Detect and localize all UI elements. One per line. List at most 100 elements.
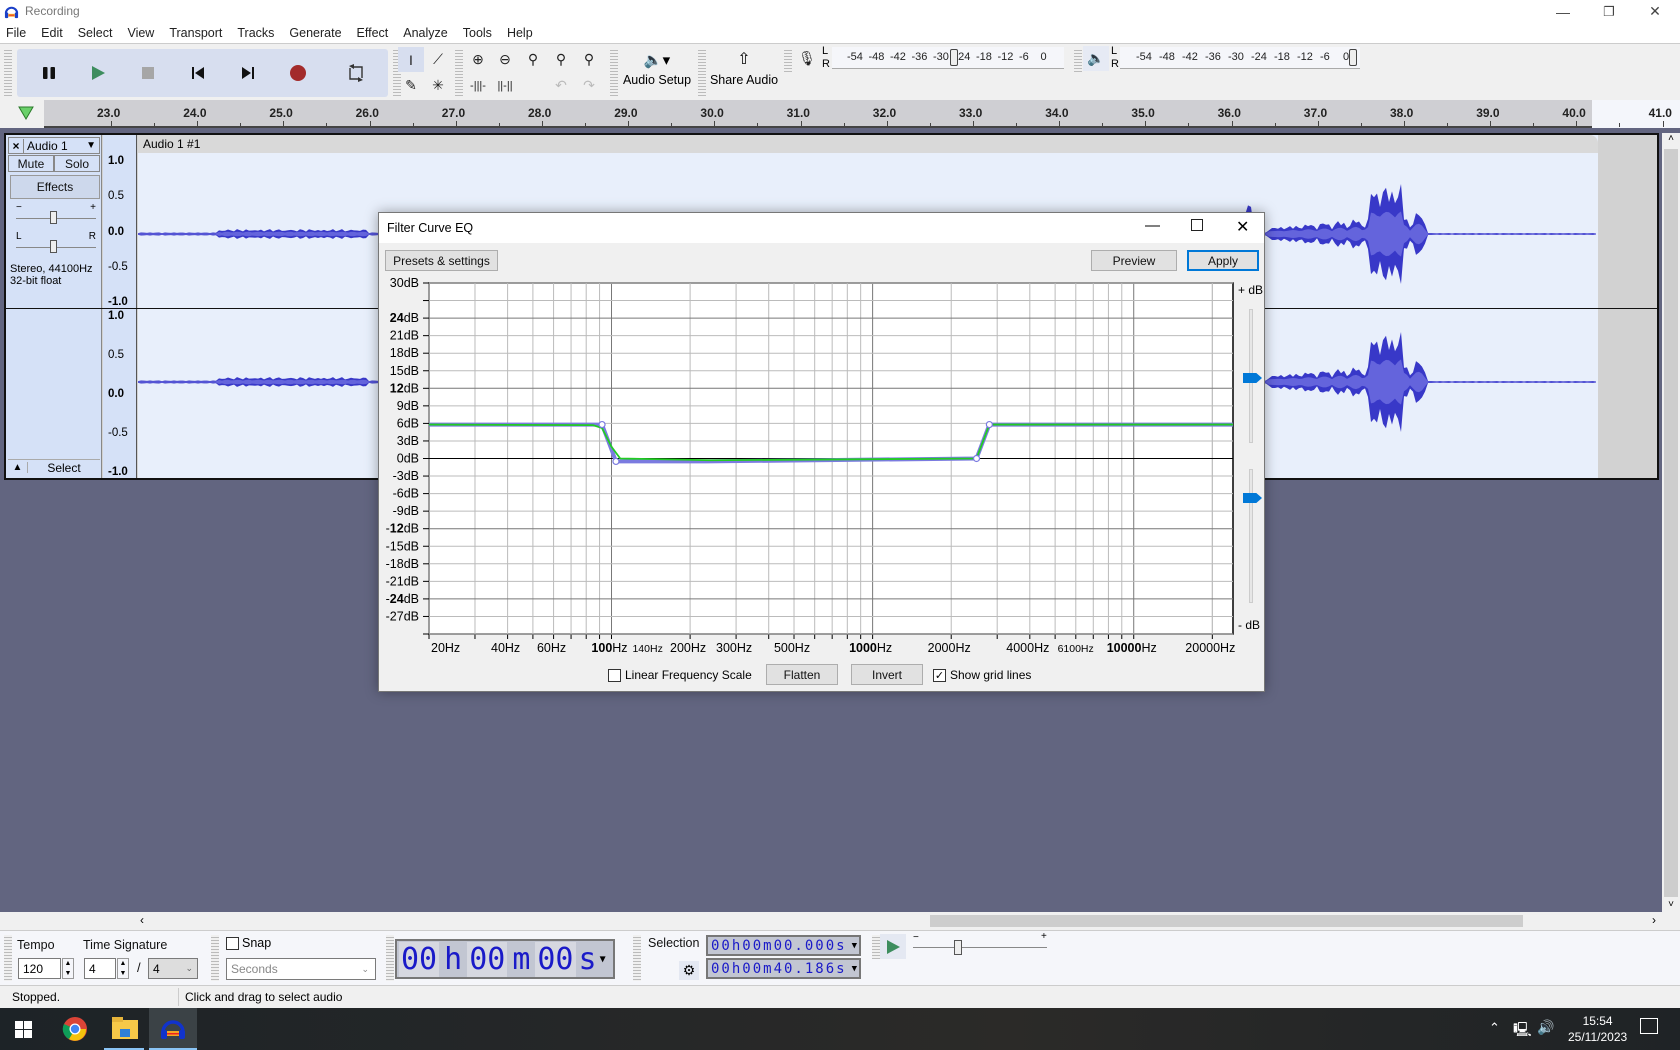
track-menu-chevron-icon[interactable]: ▼: [86, 140, 99, 151]
minimize-button[interactable]: —: [1540, 0, 1586, 23]
audio-setup-grip[interactable]: [610, 48, 618, 96]
menu-view[interactable]: View: [127, 26, 154, 40]
snap-checkbox[interactable]: Snap: [226, 936, 271, 950]
envelope-tool[interactable]: ⟋: [425, 47, 451, 72]
selection-settings-button[interactable]: ⚙: [679, 961, 699, 980]
linear-frequency-checkbox[interactable]: Linear Frequency Scale: [608, 668, 752, 682]
fit-selection-button[interactable]: ⚲: [520, 47, 546, 72]
menu-help[interactable]: Help: [507, 26, 533, 40]
time-sig-numerator-input[interactable]: 4: [84, 958, 116, 979]
audacity-taskbar-button[interactable]: [149, 1008, 197, 1050]
show-grid-checkbox[interactable]: ✓ Show grid lines: [933, 668, 1031, 682]
multi-tool[interactable]: ✳: [425, 73, 451, 98]
timeline-ruler[interactable]: 23.0 24.0 25.0 26.0 27.0 28.0 29.0 30.0 31.0 32.0…: [0, 100, 1680, 128]
time-display-grip[interactable]: [386, 935, 394, 981]
selection-end-time[interactable]: 00h00m40.186s ▼: [706, 958, 861, 979]
time-sig-grip[interactable]: [4, 935, 12, 981]
restore-button[interactable]: ❐: [1586, 0, 1632, 23]
track-control-panel[interactable]: × Audio 1 ▼ Mute Solo Effects − + LR Ster…: [6, 135, 102, 478]
record-meter-button[interactable]: 🎙: [794, 46, 820, 71]
snap-grip[interactable]: [211, 935, 219, 981]
menu-analyze[interactable]: Analyze: [403, 26, 447, 40]
record-meter-grip[interactable]: [784, 48, 792, 72]
scroll-left-icon[interactable]: ‹: [140, 913, 144, 927]
speed-thumb[interactable]: [954, 940, 962, 955]
loop-button[interactable]: [324, 49, 388, 97]
chrome-icon[interactable]: [62, 1016, 88, 1042]
menu-tracks[interactable]: Tracks: [237, 26, 274, 40]
gain-slider[interactable]: − +: [16, 202, 96, 224]
play-at-speed-grip[interactable]: [872, 935, 880, 959]
horizontal-scrollbar[interactable]: ‹ ›: [0, 912, 1680, 930]
draw-tool[interactable]: ✎: [398, 73, 424, 98]
track-name-menu[interactable]: Audio 1: [24, 139, 86, 153]
menu-generate[interactable]: Generate: [289, 26, 341, 40]
scroll-right-icon[interactable]: ›: [1652, 913, 1656, 927]
time-sig-denominator-select[interactable]: 4 ⌄: [148, 958, 198, 979]
fit-project-button[interactable]: ⚲: [548, 47, 574, 72]
record-button[interactable]: [266, 49, 330, 97]
selection-start-time[interactable]: 00h00m00.000s ▼: [706, 935, 861, 956]
toolbar-grip[interactable]: [4, 48, 12, 96]
tempo-input[interactable]: 120: [18, 958, 61, 979]
snap-checkbox-box[interactable]: [226, 936, 239, 950]
invert-button[interactable]: Invert: [851, 664, 923, 685]
gain-thumb[interactable]: [50, 211, 57, 224]
time-format-chevron-icon[interactable]: ▼: [600, 954, 606, 965]
pan-thumb[interactable]: [50, 240, 57, 253]
record-level-slider[interactable]: [950, 49, 958, 66]
windows-start-icon[interactable]: [15, 1021, 32, 1038]
trim-button[interactable]: -|||-: [465, 73, 491, 98]
track-close-button[interactable]: ×: [9, 138, 24, 153]
playback-speed-slider[interactable]: − +: [911, 931, 1049, 956]
collapse-track-icon[interactable]: ▲: [8, 462, 28, 473]
play-at-speed-button[interactable]: [880, 934, 906, 959]
selection-grip[interactable]: [633, 935, 641, 981]
scroll-down-icon[interactable]: ˅: [1664, 899, 1678, 913]
menu-transport[interactable]: Transport: [169, 26, 222, 40]
play-level-slider[interactable]: [1349, 49, 1357, 66]
selection-tool[interactable]: I: [398, 47, 424, 72]
redo-button[interactable]: ↷: [576, 73, 602, 98]
share-audio-button[interactable]: ⇧ Share Audio: [708, 47, 780, 97]
solo-button[interactable]: Solo: [54, 155, 100, 172]
menu-select[interactable]: Select: [78, 26, 113, 40]
menu-tools[interactable]: Tools: [463, 26, 492, 40]
network-icon[interactable]: 🖳: [1513, 1019, 1532, 1043]
volume-icon[interactable]: 🔊: [1537, 1019, 1554, 1036]
zoom-in-button[interactable]: ⊕: [465, 47, 491, 72]
play-head-icon[interactable]: [18, 106, 34, 120]
linear-frequency-checkbox-box[interactable]: [608, 668, 621, 682]
time-sig-spinner[interactable]: ▲ ▼: [117, 958, 129, 979]
pan-slider[interactable]: LR: [16, 231, 96, 253]
zoom-out-button[interactable]: ⊖: [492, 47, 518, 72]
audio-setup-button[interactable]: 🔈▾ Audio Setup: [620, 47, 694, 97]
vertical-amplitude-scale[interactable]: 1.0 0.5 0.0 -0.5 -1.0 1.0 0.5 0.0 -0.5 -1.0: [103, 135, 137, 478]
min-db-slider-track[interactable]: [1249, 469, 1253, 603]
undo-button[interactable]: ↶: [548, 73, 574, 98]
edit-grip[interactable]: [455, 48, 463, 96]
close-button[interactable]: ✕: [1632, 0, 1678, 23]
eq-curve-graph[interactable]: 30dB 24dB 21dB 18dB 15dB 12dB 9dB 6dB 3dB 0dB -3dB…: [379, 213, 1266, 653]
menu-effect[interactable]: Effect: [357, 26, 389, 40]
zoom-toggle-button[interactable]: ⚲: [576, 47, 602, 72]
flatten-button[interactable]: Flatten: [766, 664, 838, 685]
play-meter-button[interactable]: 🔈: [1083, 46, 1109, 71]
silence-button[interactable]: ||-||: [492, 73, 518, 98]
play-meter[interactable]: -54 -48 -42 -36 -30 -24 -18 -12 -6 0: [1120, 47, 1360, 69]
scroll-up-icon[interactable]: ˄: [1664, 133, 1678, 147]
menu-edit[interactable]: Edit: [41, 26, 63, 40]
snap-unit-select[interactable]: Seconds ⌄: [226, 958, 376, 980]
file-explorer-icon[interactable]: [112, 1017, 138, 1039]
play-meter-grip[interactable]: [1074, 48, 1082, 72]
clock[interactable]: 15:54 25/11/2023: [1568, 1013, 1627, 1045]
notifications-icon[interactable]: [1640, 1018, 1658, 1034]
show-grid-check-icon[interactable]: ✓: [933, 668, 946, 682]
mute-button[interactable]: Mute: [8, 155, 54, 172]
menu-file[interactable]: File: [6, 26, 26, 40]
show-hidden-icons[interactable]: ⌃: [1489, 1020, 1500, 1036]
vertical-scrollbar[interactable]: ˄ ˅: [1662, 133, 1680, 913]
effects-button[interactable]: Effects: [10, 175, 100, 199]
select-track-button[interactable]: Select: [28, 461, 100, 475]
time-display[interactable]: 00 h 00 m 00 s ▼: [395, 939, 615, 979]
